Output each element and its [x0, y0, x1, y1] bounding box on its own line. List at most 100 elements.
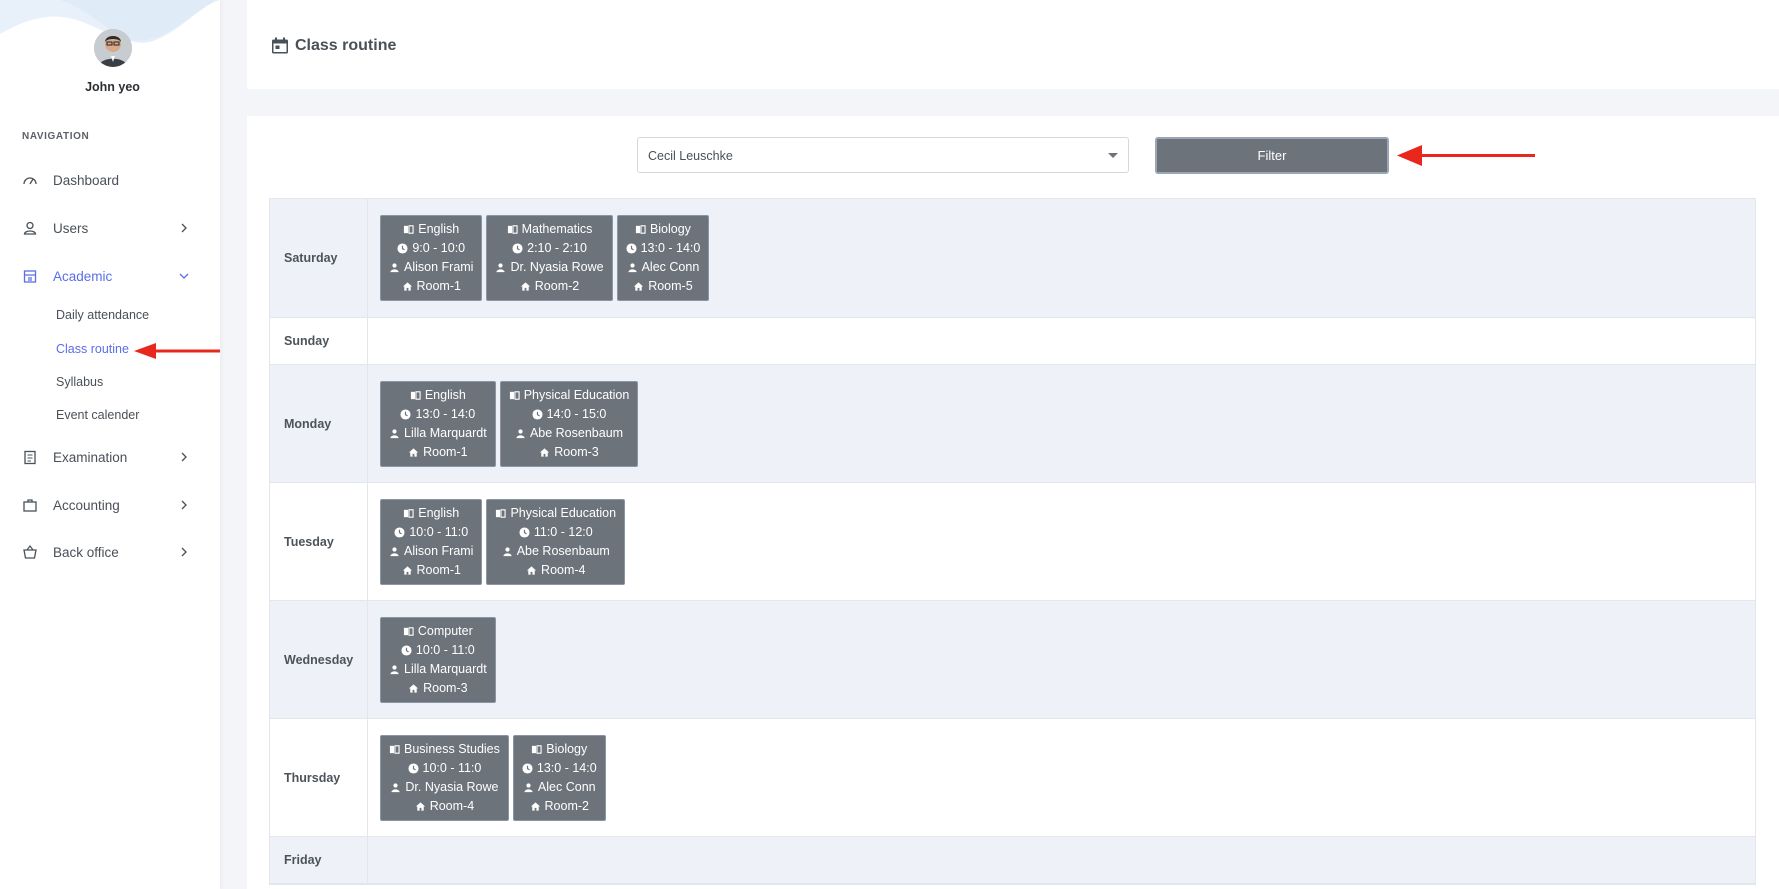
- period-time-text: 10:0 - 11:0: [422, 760, 482, 775]
- page-title: Class routine: [270, 36, 396, 56]
- sidebar-subitem-event-calender[interactable]: Event calender: [56, 408, 139, 422]
- book-icon: [635, 224, 650, 235]
- period-teacher-text: Dr. Nyasia Rowe: [510, 260, 604, 274]
- period-card[interactable]: Computer 10:0 - 11:0 Lilla Marquardt Room-3: [380, 616, 496, 703]
- period-subject: Physical Education: [509, 386, 629, 405]
- sidebar-item-academic[interactable]: Academic: [22, 264, 192, 288]
- period-card[interactable]: English 9:0 - 10:0 Alison Frami Room-1: [380, 215, 483, 301]
- routine-row: Monday English 13:0 - 14:0 Lilla Marquardt R…: [270, 365, 1755, 483]
- period-card[interactable]: Physical Education 14:0 - 15:0 Abe Rosenba…: [499, 380, 639, 467]
- period-card[interactable]: English 10:0 - 11:0 Alison Frami Room-1: [380, 498, 483, 585]
- period-room-text: Room-2: [544, 798, 589, 813]
- period-time-text: 10:0 - 11:0: [409, 524, 469, 539]
- teacher-select[interactable]: Cecil Leuschke: [637, 137, 1129, 173]
- period-time-text: 13:0 - 14:0: [536, 760, 597, 775]
- period-teacher-text: Lilla Marquardt: [404, 425, 487, 440]
- period-subject-text: English: [418, 505, 460, 520]
- clock-icon: [532, 408, 547, 420]
- period-time: 13:0 - 14:0: [626, 239, 700, 258]
- period-time-text: 9:0 - 10:0: [412, 241, 466, 255]
- person-icon: [389, 262, 404, 273]
- sidebar-item-back-office[interactable]: Back office: [22, 540, 192, 564]
- person-icon: [389, 428, 404, 439]
- class-routine-table: Saturday English 9:0 - 10:0 Alison Frami Roo…: [269, 198, 1756, 885]
- period-time-text: 13:0 - 14:0: [415, 406, 476, 421]
- clock-icon: [397, 243, 412, 254]
- period-time: 9:0 - 10:0: [389, 239, 473, 258]
- sidebar-item-label: Examination: [53, 449, 128, 465]
- period-room: Room-4: [389, 797, 500, 816]
- day-label: Thursday: [270, 719, 368, 836]
- sidebar-item-examination[interactable]: Examination: [22, 445, 192, 469]
- building-icon: [22, 268, 38, 284]
- chevron-right-icon: [176, 220, 192, 236]
- home-icon: [415, 801, 430, 812]
- clock-icon: [519, 526, 534, 538]
- person-icon: [495, 262, 510, 273]
- clock-icon: [522, 762, 537, 774]
- clipboard-icon: [22, 449, 38, 465]
- home-icon: [402, 565, 417, 576]
- period-room: Room-1: [389, 277, 473, 296]
- period-subject-text: English: [418, 222, 460, 236]
- period-card[interactable]: Physical Education 11:0 - 12:0 Abe Rosenba…: [486, 498, 626, 585]
- period-teacher-text: Alec Conn: [537, 779, 596, 794]
- period-room: Room-3: [389, 679, 487, 698]
- day-label: Wednesday: [270, 601, 368, 718]
- period-time-text: 11:0 - 12:0: [533, 524, 593, 539]
- period-time: 13:0 - 14:0: [522, 759, 597, 778]
- sidebar-item-users[interactable]: Users: [22, 216, 192, 240]
- person-icon: [502, 546, 517, 557]
- period-time: 10:0 - 11:0: [389, 523, 473, 542]
- period-card[interactable]: Business Studies 10:0 - 11:0 Dr. Nyasia Ro…: [380, 734, 509, 821]
- filter-button[interactable]: Filter: [1155, 137, 1389, 174]
- sidebar-item-label: Academic: [53, 268, 113, 284]
- period-teacher: Dr. Nyasia Rowe: [495, 258, 604, 277]
- book-icon: [410, 390, 425, 401]
- day-periods: English 10:0 - 11:0 Alison Frami Room-1 Phys…: [368, 483, 1755, 600]
- annotation-arrow: [1397, 145, 1535, 166]
- period-room-text: Room-4: [541, 562, 586, 577]
- day-label: Sunday: [270, 318, 368, 364]
- period-teacher-text: Abe Rosenbaum: [516, 543, 610, 558]
- sidebar-item-accounting[interactable]: Accounting: [22, 493, 192, 517]
- sidebar-subitem-class-routine[interactable]: Class routine: [56, 342, 129, 356]
- sidebar-subitem-syllabus[interactable]: Syllabus: [56, 375, 103, 389]
- period-room-text: Room-3: [423, 680, 468, 695]
- period-room: Room-1: [389, 561, 473, 580]
- period-subject-text: Biology: [649, 222, 691, 236]
- book-icon: [403, 224, 418, 235]
- period-card[interactable]: English 13:0 - 14:0 Lilla Marquardt Room-1: [380, 380, 496, 467]
- day-periods: [368, 318, 1755, 364]
- period-teacher: Alec Conn: [626, 258, 701, 277]
- person-icon: [627, 262, 642, 273]
- sidebar-item-dashboard[interactable]: Dashboard: [22, 168, 192, 192]
- period-room: Room-2: [522, 797, 597, 816]
- home-icon: [530, 801, 545, 812]
- period-teacher: Lilla Marquardt: [389, 424, 487, 443]
- period-room-text: Room-1: [416, 279, 461, 293]
- period-time: 11:0 - 12:0: [495, 523, 616, 542]
- period-teacher-text: Lilla Marquardt: [404, 661, 487, 676]
- period-subject: English: [389, 386, 487, 405]
- clock-icon: [394, 526, 409, 538]
- period-subject: English: [389, 504, 473, 523]
- period-room: Room-4: [495, 561, 616, 580]
- person-icon: [389, 664, 404, 675]
- period-time-text: 10:0 - 11:0: [415, 642, 475, 657]
- sidebar-subitem-daily-attendance[interactable]: Daily attendance: [56, 308, 149, 322]
- period-time: 13:0 - 14:0: [389, 405, 487, 424]
- chevron-down-icon: [176, 268, 192, 284]
- period-subject-text: Mathematics: [521, 222, 593, 236]
- period-card[interactable]: Biology 13:0 - 14:0 Alec Conn Room-2: [512, 734, 606, 821]
- home-icon: [520, 281, 535, 292]
- period-room: Room-1: [389, 443, 487, 462]
- briefcase-icon: [22, 497, 38, 513]
- caret-down-icon: [1106, 148, 1120, 162]
- book-icon: [531, 744, 546, 755]
- period-card[interactable]: Biology 13:0 - 14:0 Alec Conn Room-5: [616, 215, 710, 301]
- avatar[interactable]: [93, 29, 132, 67]
- annotation-arrow: [134, 343, 220, 359]
- period-subject: Physical Education: [495, 504, 616, 523]
- period-card[interactable]: Mathematics 2:10 - 2:10 Dr. Nyasia Rowe Roo…: [486, 215, 613, 301]
